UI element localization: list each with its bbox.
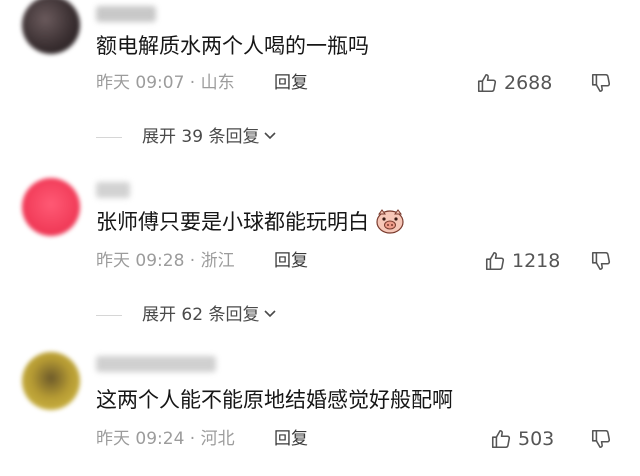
comment-meta: 昨天 09:24 · 河北 (96, 429, 235, 449)
username-blurred[interactable] (96, 356, 216, 372)
like-button[interactable]: 1218 (484, 249, 560, 273)
avatar[interactable] (22, 352, 80, 410)
pig-face-emoji-icon (375, 208, 405, 234)
expand-replies-label: 展开 39 条回复 (142, 127, 260, 147)
like-button[interactable]: 2688 (476, 71, 552, 95)
thumbs-down-icon (590, 428, 612, 450)
comment-meta: 昨天 09:28 · 浙江 (96, 251, 235, 271)
comment-text: 额电解质水两个人喝的一瓶吗 (96, 34, 369, 58)
like-count: 1218 (512, 250, 561, 272)
comment-text: 张师傅只要是小球都能玩明白 (96, 208, 405, 236)
divider-line (96, 314, 122, 316)
expand-replies-button[interactable]: 展开 39 条回复 (96, 125, 278, 149)
chevron-down-icon (262, 305, 278, 325)
reply-button[interactable]: 回复 (274, 249, 308, 273)
chevron-down-icon (262, 127, 278, 147)
reply-button[interactable]: 回复 (274, 71, 308, 95)
comment-meta: 昨天 09:07 · 山东 (96, 73, 235, 93)
like-button[interactable]: 503 (490, 427, 554, 451)
expand-replies-label: 展开 62 条回复 (142, 305, 260, 325)
thumbs-down-icon (590, 250, 612, 272)
username-blurred[interactable] (96, 6, 156, 22)
like-count: 503 (518, 428, 555, 450)
thumbs-up-icon (476, 72, 498, 94)
comment-text-body: 张师傅只要是小球都能玩明白 (96, 210, 369, 234)
username-blurred[interactable] (96, 182, 130, 198)
like-count: 2688 (504, 72, 553, 94)
dislike-button[interactable] (590, 72, 612, 94)
expand-replies-button[interactable]: 展开 62 条回复 (96, 303, 278, 327)
dislike-button[interactable] (590, 250, 612, 272)
divider-line (96, 136, 122, 138)
thumbs-up-icon (484, 250, 506, 272)
comment-text: 这两个人能不能原地结婚感觉好般配啊 (96, 388, 453, 412)
dislike-button[interactable] (590, 428, 612, 450)
reply-button[interactable]: 回复 (274, 427, 308, 451)
avatar[interactable] (22, 178, 80, 236)
thumbs-up-icon (490, 428, 512, 450)
avatar[interactable] (22, 0, 80, 54)
thumbs-down-icon (590, 72, 612, 94)
